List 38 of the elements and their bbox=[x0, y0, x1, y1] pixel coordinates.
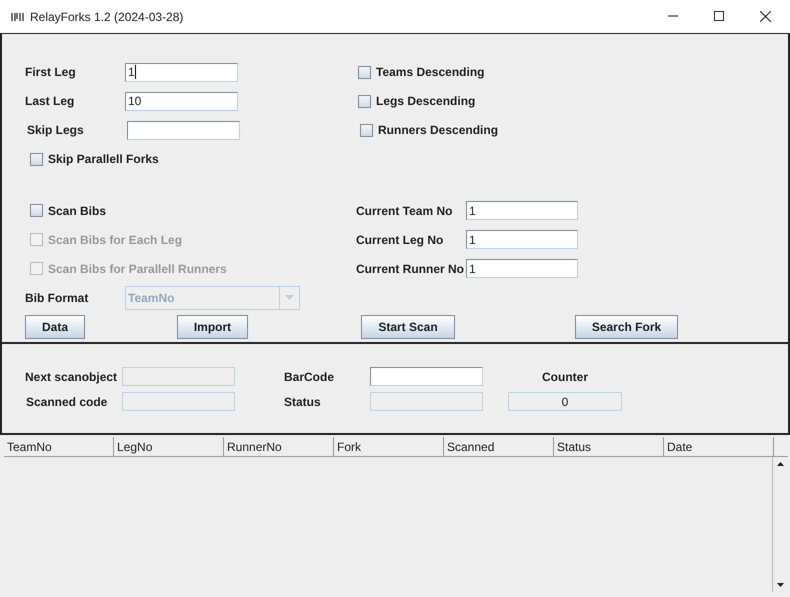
push-button[interactable]: Search Fork bbox=[575, 314, 678, 339]
text-field[interactable] bbox=[370, 392, 483, 411]
field-label: First Leg bbox=[25, 64, 77, 82]
maximize-icon[interactable] bbox=[714, 11, 724, 21]
text-field[interactable]: 1 bbox=[125, 62, 238, 82]
text-field[interactable] bbox=[122, 367, 235, 386]
field-label: Next scanobject bbox=[25, 368, 118, 386]
app-icon bbox=[11, 12, 25, 22]
field-label: Scanned code bbox=[26, 394, 108, 410]
text-field[interactable]: 1 bbox=[466, 230, 578, 250]
dropdown-arrow-icon bbox=[285, 295, 294, 300]
text-field[interactable]: 10 bbox=[125, 92, 238, 111]
text-field[interactable] bbox=[122, 392, 235, 411]
push-button[interactable]: Start Scan bbox=[361, 314, 455, 339]
text-field[interactable]: 1 bbox=[466, 201, 578, 220]
push-button[interactable]: Import bbox=[177, 314, 248, 339]
push-button[interactable]: Data bbox=[25, 314, 85, 339]
field-label: Current Runner No bbox=[356, 260, 465, 278]
field-label: BarCode bbox=[284, 368, 336, 386]
checkbox[interactable]: Scan Bibs bbox=[30, 202, 356, 220]
counter-field: 0 bbox=[508, 392, 622, 411]
text-field[interactable] bbox=[127, 120, 240, 140]
field-label: Current Leg No bbox=[356, 232, 444, 249]
field-label: Skip Legs bbox=[27, 122, 85, 140]
checkbox[interactable]: Teams Descending bbox=[358, 63, 484, 82]
checkbox[interactable]: Legs Descending bbox=[358, 92, 476, 110]
field-label: Bib Format bbox=[25, 290, 90, 307]
field-label: Counter bbox=[541, 368, 589, 386]
field-label: Last Leg bbox=[25, 93, 76, 110]
field-label: Current Team No bbox=[356, 202, 454, 220]
field-label: Status bbox=[284, 394, 322, 410]
column-header[interactable]: TeamNo bbox=[4, 437, 114, 456]
checkbox[interactable]: Skip Parallell Forks bbox=[30, 150, 159, 168]
window-title: RelayForks 1.2 (2024-03-28) bbox=[30, 8, 184, 26]
close-icon[interactable] bbox=[760, 11, 771, 22]
checkbox[interactable]: Runners Descending bbox=[360, 121, 498, 140]
text-field[interactable] bbox=[370, 367, 483, 386]
text-field[interactable]: 1 bbox=[466, 259, 578, 278]
